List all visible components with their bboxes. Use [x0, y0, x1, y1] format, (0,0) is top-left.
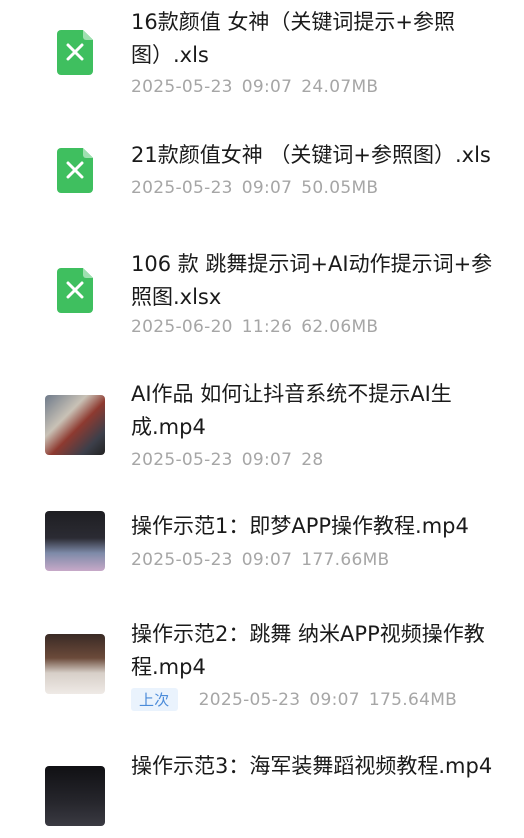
video-thumbnail	[45, 634, 105, 694]
file-time: 09:07	[241, 77, 293, 97]
file-size: 24.07MB	[301, 77, 379, 97]
file-name: 21款颜值女神 （关键词+参照图）.xls	[131, 143, 491, 167]
file-name: 操作示范3：海军装舞蹈视频教程.mp4	[131, 754, 493, 778]
file-size: 28	[301, 450, 324, 470]
file-date: 2025-05-23	[131, 178, 233, 198]
excel-file-icon	[57, 30, 93, 75]
file-name: 操作示范2：跳舞 纳米APP视频操作教程.mp4	[131, 622, 485, 679]
file-time: 11:26	[241, 317, 293, 337]
file-size: 62.06MB	[301, 317, 379, 337]
last-opened-badge: 上次	[131, 688, 178, 711]
video-thumbnail	[45, 511, 105, 571]
file-time: 09:07	[241, 550, 293, 570]
file-list: 16款颜值 女神（关键词提示+参照图）.xls 2025-05-23 09:07 2…	[0, 0, 524, 838]
file-size: 50.05MB	[301, 178, 379, 198]
file-time: 09:07	[241, 178, 293, 198]
file-time: 09:07	[309, 690, 360, 710]
file-name: AI作品 如何让抖音系统不提示AI生成.mp4	[131, 382, 452, 439]
file-name: 操作示范1：即梦APP操作教程.mp4	[131, 514, 469, 538]
file-name: 16款颜值 女神（关键词提示+参照图）.xls	[131, 10, 455, 67]
file-meta: 上次 2025-05-23 09:07 175.64MB	[131, 688, 457, 711]
file-meta: 2025-06-20 11:26 62.06MB	[131, 317, 378, 337]
excel-file-icon	[57, 268, 93, 313]
video-thumbnail	[45, 766, 105, 826]
file-date: 2025-06-20	[131, 317, 233, 337]
file-name: 106 款 跳舞提示词+AI动作提示词+参照图.xlsx	[131, 252, 493, 309]
video-thumbnail	[45, 395, 105, 455]
file-meta: 2025-05-23 09:07 24.07MB	[131, 77, 378, 97]
file-meta: 2025-05-23 09:07 28	[131, 450, 324, 470]
file-date: 2025-05-23	[131, 77, 233, 97]
file-meta: 2025-05-23 09:07 177.66MB	[131, 550, 390, 570]
file-size: 175.64MB	[368, 690, 458, 710]
excel-file-icon	[57, 148, 93, 193]
file-date: 2025-05-23	[131, 550, 233, 570]
file-date: 2025-05-23	[131, 450, 233, 470]
file-size: 177.66MB	[301, 550, 390, 570]
file-time: 09:07	[241, 450, 293, 470]
file-meta: 2025-05-23 09:07 50.05MB	[131, 178, 378, 198]
file-date: 2025-05-23	[198, 690, 301, 710]
